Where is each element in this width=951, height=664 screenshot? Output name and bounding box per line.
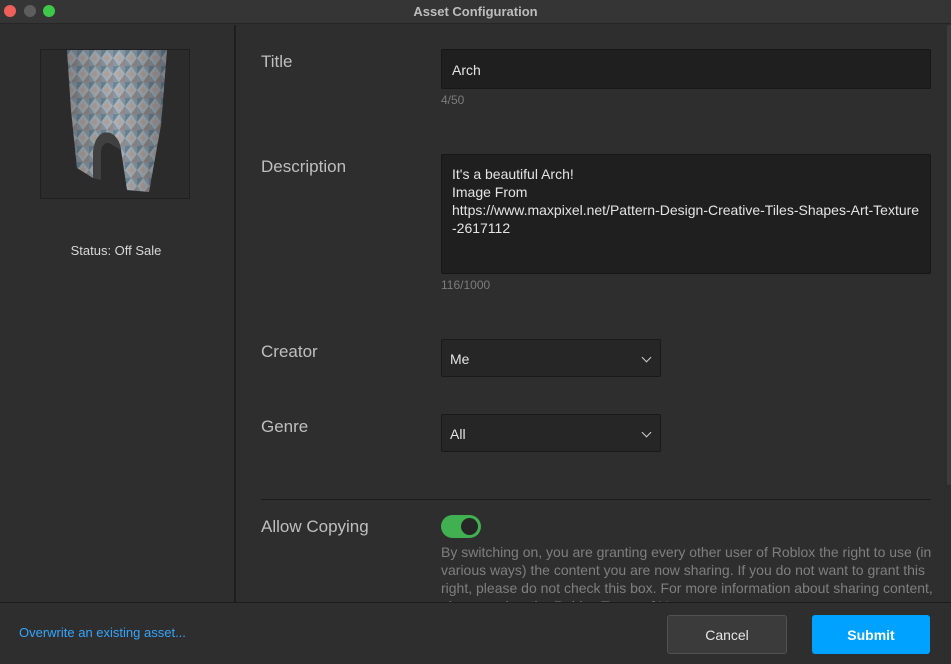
chevron-down-icon xyxy=(641,427,652,438)
asset-status: Status: Off Sale xyxy=(70,243,162,258)
creator-label: Creator xyxy=(261,342,318,361)
description-label: Description xyxy=(261,157,347,176)
genre-dropdown[interactable]: All xyxy=(441,414,661,452)
toggle-knob xyxy=(461,518,478,535)
asset-thumbnail xyxy=(40,49,190,199)
genre-selected-value: All xyxy=(450,426,466,442)
submit-button[interactable]: Submit xyxy=(812,615,930,654)
creator-dropdown[interactable]: Me xyxy=(441,339,661,377)
asset-preview-panel: Status: Off Sale xyxy=(0,25,236,602)
dialog-footer: Overwrite an existing asset... Cancel Su… xyxy=(0,602,951,664)
form-scrollbar[interactable] xyxy=(947,25,951,602)
description-text: It's a beautiful Arch! Image From https:… xyxy=(452,166,920,236)
overwrite-asset-link[interactable]: Overwrite an existing asset... xyxy=(19,625,186,640)
description-textarea[interactable]: It's a beautiful Arch! Image From https:… xyxy=(441,154,931,274)
cancel-button[interactable]: Cancel xyxy=(667,615,787,654)
arch-preview-image xyxy=(67,50,167,192)
allow-copying-label: Allow Copying xyxy=(261,517,369,536)
creator-selected-value: Me xyxy=(450,351,470,367)
description-char-counter: 116/1000 xyxy=(441,278,491,292)
title-char-counter: 4/50 xyxy=(441,93,465,107)
asset-config-form[interactable]: Title Arch 4/50 Description It's a beaut… xyxy=(238,25,951,602)
chevron-down-icon xyxy=(641,352,652,363)
title-label: Title xyxy=(261,52,293,71)
genre-label: Genre xyxy=(261,417,309,436)
title-input[interactable]: Arch xyxy=(441,49,931,89)
allow-copying-toggle[interactable] xyxy=(441,515,481,538)
allow-copying-help-text: By switching on, you are granting every … xyxy=(441,544,933,602)
scrollbar-thumb[interactable] xyxy=(947,25,951,485)
window-title: Asset Configuration xyxy=(413,4,538,19)
title-bar: Asset Configuration xyxy=(0,0,951,24)
section-divider xyxy=(261,499,931,500)
